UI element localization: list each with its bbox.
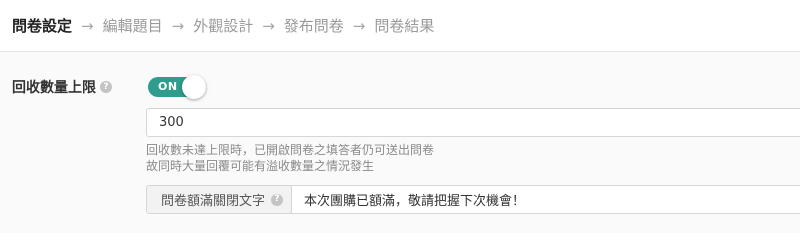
help-icon[interactable]: ? [100, 81, 112, 93]
close-text-input[interactable] [292, 186, 800, 213]
hint-line: 故同時大量回覆可能有溢收數量之情況發生 [146, 159, 375, 173]
wizard-steps: 問卷設定 → 編輯題目 → 外觀設計 → 發布問卷 → 問卷結果 [0, 0, 800, 52]
response-limit-input[interactable] [146, 108, 800, 137]
toggle-knob [182, 75, 206, 99]
response-limit-hint: 回收數未達上限時，已開啟問卷之填答者仍可送出問卷 故同時大量回覆可能有溢收數量之… [146, 142, 434, 174]
close-text-label: 問卷額滿關閉文字 [161, 194, 266, 209]
arrow-right-icon: → [81, 16, 94, 35]
response-limit-label-text: 回收數量上限 [12, 80, 96, 96]
toggle-state-text: ON [158, 80, 178, 93]
close-text-addon: 問卷額滿關閉文字 ? [147, 186, 293, 213]
step-survey-results[interactable]: 問卷結果 [374, 15, 434, 36]
step-edit-questions[interactable]: 編輯題目 [103, 15, 163, 36]
step-survey-settings: 問卷設定 [12, 17, 73, 35]
response-limit-label: 回收數量上限 ? [12, 77, 112, 97]
arrow-right-icon: → [262, 16, 275, 35]
hint-line: 回收數未達上限時，已開啟問卷之填答者仍可送出問卷 [146, 143, 435, 157]
arrow-right-icon: → [352, 16, 366, 35]
close-text-field: 問卷額滿關閉文字 ? [146, 185, 800, 214]
response-limit-toggle[interactable]: ON [148, 75, 206, 99]
step-publish-survey[interactable]: 發布問卷 [284, 15, 344, 36]
help-icon[interactable]: ? [271, 193, 284, 206]
step-appearance-design[interactable]: 外觀設計 [193, 15, 253, 36]
arrow-right-icon: → [171, 16, 185, 35]
